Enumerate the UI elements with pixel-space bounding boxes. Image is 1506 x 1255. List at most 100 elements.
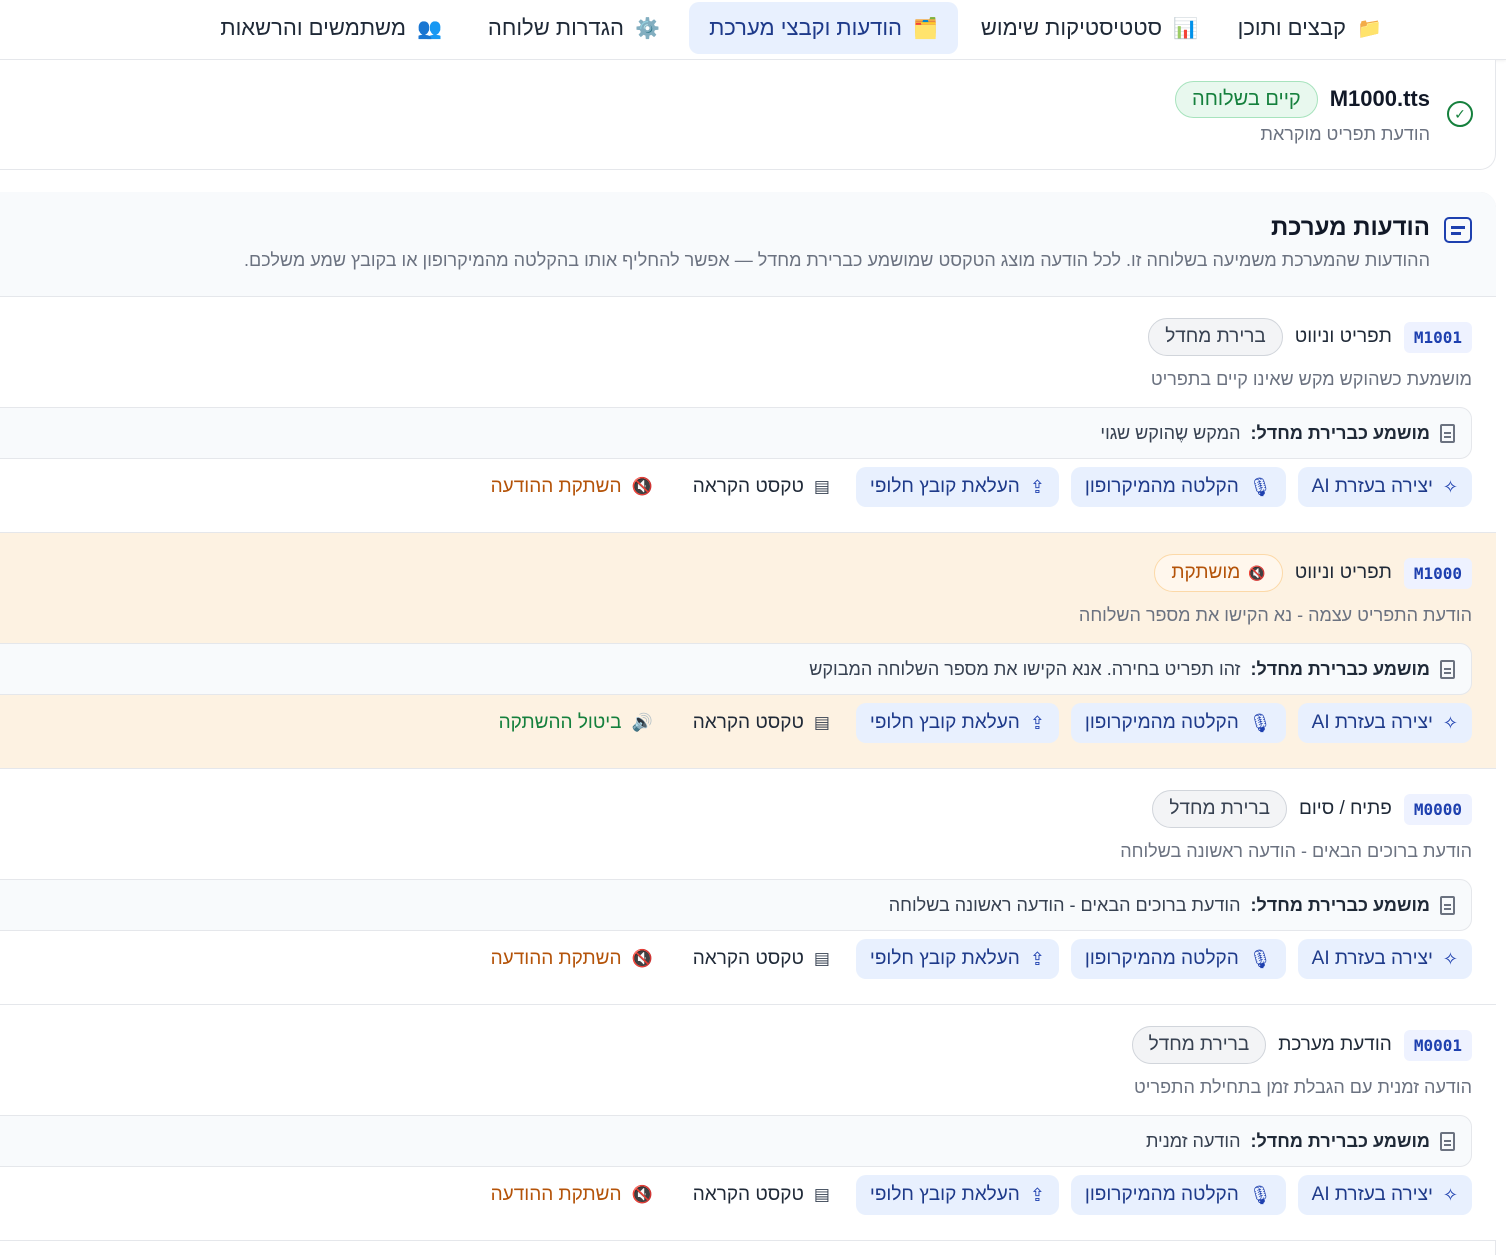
tts-text: זהו תפריט בחירה. אנא הקישו את מספר השלוח… bbox=[809, 658, 1241, 679]
document-icon bbox=[1440, 659, 1455, 679]
message-header: M0001 הודעת מערכת ברירת מחדל bbox=[1131, 1025, 1472, 1065]
default-badge: ברירת מחדל bbox=[1148, 318, 1283, 356]
message-category: הודעת מערכת bbox=[1278, 1034, 1392, 1055]
record-microphone-button[interactable]: 🎙 הקלטה מהמיקרופון bbox=[1070, 467, 1286, 507]
button-label: השתקת ההודעה bbox=[490, 1184, 622, 1205]
button-label: השתקת ההודעה bbox=[490, 476, 622, 497]
speaker-mute-icon: 🔇 bbox=[1248, 564, 1266, 581]
file-name: M1000.tts bbox=[1329, 86, 1430, 111]
sparkles-icon: ✧ bbox=[1442, 476, 1458, 497]
record-microphone-button[interactable]: 🎙 הקלטה מהמיקרופון bbox=[1070, 939, 1286, 979]
bar-chart-icon: 📊 bbox=[1173, 17, 1198, 40]
speaker-mute-icon: 🔇 bbox=[631, 1185, 653, 1204]
users-icon: 👥 bbox=[417, 17, 442, 40]
button-label: טקסט הקראה bbox=[692, 476, 804, 497]
text-message-icon: ▤ bbox=[813, 949, 830, 968]
message-description: הודעה זמנית עם הגבלת זמן בתחילת התפריט bbox=[1134, 1077, 1472, 1097]
read-text-button[interactable]: ▤ טקסט הקראה bbox=[679, 939, 844, 979]
read-text-button[interactable]: ▤ טקסט הקראה bbox=[679, 467, 844, 507]
record-microphone-button[interactable]: 🎙 הקלטה מהמיקרופון bbox=[1070, 703, 1286, 743]
button-label: השתקת ההודעה bbox=[490, 948, 622, 969]
message-actions: ✧ יצירה בעזרת AI 🎙 הקלטה מהמיקרופון ⇪ העלאת… bbox=[477, 1175, 1472, 1215]
message-category: תפריט וניווט bbox=[1294, 562, 1392, 583]
ai-generate-button[interactable]: ✧ יצירה בעזרת AI bbox=[1297, 1175, 1472, 1215]
tab-extension-settings[interactable]: ⚙️ הגדרות שלוחה bbox=[468, 2, 680, 54]
message-description: מושמעת כשהוקש מקש שאינו קיים בתפריט bbox=[1150, 369, 1472, 389]
tab-files[interactable]: 📁 קבצים ותוכן bbox=[1218, 2, 1402, 54]
section-subtitle: ההודעות שהמערכת משמיעה בשלוחה זו. לכל הו… bbox=[244, 250, 1430, 270]
button-label: הקלטה מהמיקרופון bbox=[1084, 1184, 1239, 1205]
record-microphone-button[interactable]: 🎙 הקלטה מהמיקרופון bbox=[1070, 1175, 1286, 1215]
button-label: יצירה בעזרת AI bbox=[1311, 712, 1433, 733]
mute-message-button[interactable]: 🔇 השתקת ההודעה bbox=[477, 939, 667, 979]
ai-generate-button[interactable]: ✧ יצירה בעזרת AI bbox=[1297, 939, 1472, 979]
message-code: M1001 bbox=[1403, 321, 1472, 353]
mute-message-button[interactable]: 🔇 השתקת ההודעה bbox=[477, 1175, 667, 1215]
microphone-icon: 🎙 bbox=[1248, 712, 1272, 733]
button-label: יצירה בעזרת AI bbox=[1311, 948, 1433, 969]
button-label: העלאת קובץ חלופי bbox=[869, 712, 1020, 733]
upload-file-button[interactable]: ⇪ העלאת קובץ חלופי bbox=[855, 939, 1059, 979]
read-text-button[interactable]: ▤ טקסט הקראה bbox=[679, 1175, 844, 1215]
check-circle-icon: ✓ bbox=[1447, 101, 1473, 127]
upload-icon: ⇪ bbox=[1029, 1184, 1045, 1205]
file-description: הודעת תפריט מוקראת bbox=[1260, 124, 1430, 144]
tts-text: המקש שֶהוקש שגוי bbox=[1100, 422, 1241, 443]
upload-icon: ⇪ bbox=[1029, 948, 1045, 969]
ai-generate-button[interactable]: ✧ יצירה בעזרת AI bbox=[1297, 703, 1472, 743]
text-message-icon: ▤ bbox=[813, 713, 830, 732]
message-code: M1000 bbox=[1403, 557, 1472, 589]
message-square-icon bbox=[1444, 217, 1472, 243]
speaker-mute-icon: 🔇 bbox=[631, 949, 653, 968]
status-badge: קיים בשלוחה bbox=[1175, 80, 1318, 118]
message-category: פתיח / סיום bbox=[1298, 798, 1392, 819]
speaker-mute-icon: 🔇 bbox=[631, 477, 653, 496]
mute-message-button[interactable]: 🔇 השתקת ההודעה bbox=[477, 467, 667, 507]
upload-file-button[interactable]: ⇪ העלאת קובץ חלופי bbox=[855, 703, 1059, 743]
unmute-message-button[interactable]: 🔊 ביטול ההשתקה bbox=[485, 703, 667, 743]
message-row-m0000: M0000 פתיח / סיום ברירת מחדל הודעת ברוכי… bbox=[0, 769, 1496, 1005]
button-label: יצירה בעזרת AI bbox=[1311, 1184, 1433, 1205]
button-label: טקסט הקראה bbox=[692, 712, 804, 733]
folder-icon: 📁 bbox=[1357, 17, 1382, 40]
default-badge: ברירת מחדל bbox=[1152, 790, 1287, 828]
speaker-icon: 🔊 bbox=[631, 713, 653, 732]
badge-label: מושתקת bbox=[1171, 562, 1241, 583]
sparkles-icon: ✧ bbox=[1442, 948, 1458, 969]
button-label: העלאת קובץ חלופי bbox=[869, 476, 1020, 497]
microphone-icon: 🎙 bbox=[1248, 948, 1272, 969]
file-title-row: M1000.tts קיים בשלוחה bbox=[1175, 80, 1430, 118]
message-description: הודעת ברוכים הבאים - הודעה ראשונה בשלוחה bbox=[1120, 841, 1472, 861]
sparkles-icon: ✧ bbox=[1442, 1184, 1458, 1205]
read-text-button[interactable]: ▤ טקסט הקראה bbox=[679, 703, 844, 743]
sparkles-icon: ✧ bbox=[1442, 712, 1458, 733]
ai-generate-button[interactable]: ✧ יצירה בעזרת AI bbox=[1297, 467, 1472, 507]
tts-label: מושמע כברירת מחדל: bbox=[1250, 894, 1431, 915]
default-tts-box: מושמע כברירת מחדל: הודעה זמנית bbox=[0, 1115, 1472, 1167]
message-actions: ✧ יצירה בעזרת AI 🎙 הקלטה מהמיקרופון ⇪ העלאת… bbox=[477, 467, 1472, 507]
tts-label: מושמע כברירת מחדל: bbox=[1250, 1130, 1431, 1151]
top-tab-bar: 📁 קבצים ותוכן 📊 סטטיסטיקות שימוש 🗂️ הודע… bbox=[0, 0, 1506, 60]
microphone-icon: 🎙 bbox=[1248, 1184, 1272, 1205]
message-row-m1000: M1000 תפריט וניווט 🔇 מושתקת הודעת התפריט … bbox=[0, 533, 1496, 769]
document-icon bbox=[1440, 423, 1455, 443]
text-message-icon: ▤ bbox=[813, 1185, 830, 1204]
tts-text: הודעת ברוכים הבאים - הודעה ראשונה בשלוחה bbox=[888, 894, 1241, 915]
button-label: ביטול ההשתקה bbox=[498, 712, 622, 733]
message-header: M0000 פתיח / סיום ברירת מחדל bbox=[1152, 789, 1472, 829]
tab-system-messages[interactable]: 🗂️ הודעות וקבצי מערכת bbox=[689, 2, 958, 54]
microphone-icon: 🎙 bbox=[1248, 476, 1272, 497]
muted-badge: 🔇 מושתקת bbox=[1154, 554, 1283, 592]
button-label: הקלטה מהמיקרופון bbox=[1084, 712, 1239, 733]
tab-usage-stats[interactable]: 📊 סטטיסטיקות שימוש bbox=[961, 2, 1218, 54]
tab-label: קבצים ותוכן bbox=[1237, 15, 1346, 40]
button-label: יצירה בעזרת AI bbox=[1311, 476, 1433, 497]
message-actions: ✧ יצירה בעזרת AI 🎙 הקלטה מהמיקרופון ⇪ העלאת… bbox=[477, 939, 1472, 979]
upload-file-button[interactable]: ⇪ העלאת קובץ חלופי bbox=[855, 1175, 1059, 1215]
document-icon bbox=[1440, 895, 1455, 915]
folder-icon: 🗂️ bbox=[913, 17, 938, 40]
message-code: M0001 bbox=[1403, 1029, 1472, 1061]
tab-users-permissions[interactable]: 👥 משתמשים והרשאות bbox=[200, 2, 462, 54]
upload-file-button[interactable]: ⇪ העלאת קובץ חלופי bbox=[855, 467, 1059, 507]
message-actions: ✧ יצירה בעזרת AI 🎙 הקלטה מהמיקרופון ⇪ העלאת… bbox=[485, 703, 1472, 743]
